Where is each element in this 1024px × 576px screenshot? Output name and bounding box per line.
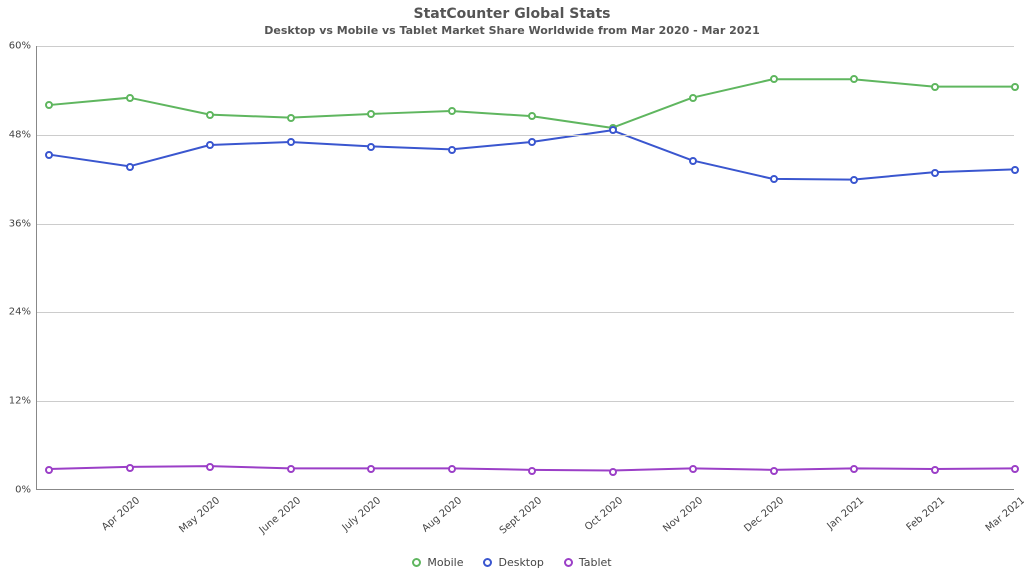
x-tick-label: Dec 2020	[737, 489, 786, 534]
data-point	[287, 138, 295, 146]
y-tick-label: 60%	[9, 41, 37, 52]
data-point	[528, 112, 536, 120]
data-point	[689, 157, 697, 165]
y-tick-label: 0%	[15, 485, 37, 496]
legend-label: Desktop	[498, 556, 543, 569]
data-point	[448, 146, 456, 154]
chart-subtitle: Desktop vs Mobile vs Tablet Market Share…	[0, 24, 1024, 37]
legend-item: Mobile	[412, 556, 463, 569]
data-point	[770, 175, 778, 183]
data-point	[367, 143, 375, 151]
x-tick-label: Apr 2020	[94, 489, 141, 533]
gridline	[37, 135, 1014, 136]
plot-area: 0%12%24%36%48%60%Apr 2020May 2020June 20…	[36, 46, 1014, 490]
series-lines	[37, 46, 1014, 489]
x-tick-label: Mar 2021	[979, 489, 1024, 534]
data-point	[770, 467, 778, 475]
x-tick-label: Sept 2020	[493, 489, 545, 537]
y-tick-label: 48%	[9, 129, 37, 140]
legend-item: Desktop	[483, 556, 543, 569]
x-tick-label: Aug 2020	[415, 489, 464, 535]
data-point	[126, 464, 134, 472]
data-point	[206, 141, 214, 149]
legend-swatch	[564, 558, 573, 567]
data-point	[367, 465, 375, 473]
chart-title: StatCounter Global Stats	[0, 6, 1024, 22]
y-tick-label: 12%	[9, 396, 37, 407]
x-tick-label: Jan 2021	[820, 489, 866, 532]
data-point	[126, 94, 134, 102]
x-tick-label: July 2020	[335, 489, 383, 534]
legend-item: Tablet	[564, 556, 612, 569]
data-point	[287, 465, 295, 473]
data-point	[126, 163, 134, 171]
data-point	[689, 465, 697, 473]
data-point	[448, 107, 456, 115]
data-point	[850, 75, 858, 83]
data-point	[45, 151, 53, 159]
gridline	[37, 224, 1014, 225]
data-point	[206, 111, 214, 119]
data-point	[367, 110, 375, 118]
x-tick-label: May 2020	[172, 489, 222, 535]
data-point	[931, 83, 939, 91]
y-tick-label: 36%	[9, 218, 37, 229]
legend-swatch	[483, 558, 492, 567]
data-point	[45, 466, 53, 474]
data-point	[1011, 83, 1019, 91]
data-point	[609, 126, 617, 134]
data-point	[206, 463, 214, 471]
data-point	[931, 466, 939, 474]
data-point	[287, 114, 295, 122]
data-point	[1011, 465, 1019, 473]
y-tick-label: 24%	[9, 307, 37, 318]
data-point	[609, 468, 617, 476]
data-point	[850, 465, 858, 473]
data-point	[850, 176, 858, 184]
data-point	[528, 467, 536, 475]
data-point	[448, 465, 456, 473]
legend: Mobile Desktop Tablet	[0, 556, 1024, 570]
x-tick-label: Feb 2021	[899, 489, 947, 533]
data-point	[770, 75, 778, 83]
data-point	[931, 169, 939, 177]
data-point	[528, 138, 536, 146]
x-tick-label: Nov 2020	[656, 489, 705, 535]
data-point	[689, 94, 697, 102]
gridline	[37, 46, 1014, 47]
legend-label: Mobile	[427, 556, 463, 569]
legend-label: Tablet	[579, 556, 612, 569]
legend-swatch	[412, 558, 421, 567]
data-point	[45, 101, 53, 109]
x-tick-label: June 2020	[252, 489, 303, 536]
data-point	[1011, 166, 1019, 174]
gridline	[37, 312, 1014, 313]
x-tick-label: Oct 2020	[577, 489, 624, 533]
chart: StatCounter Global Stats Desktop vs Mobi…	[0, 0, 1024, 576]
gridline	[37, 401, 1014, 402]
series-line	[49, 79, 1014, 128]
